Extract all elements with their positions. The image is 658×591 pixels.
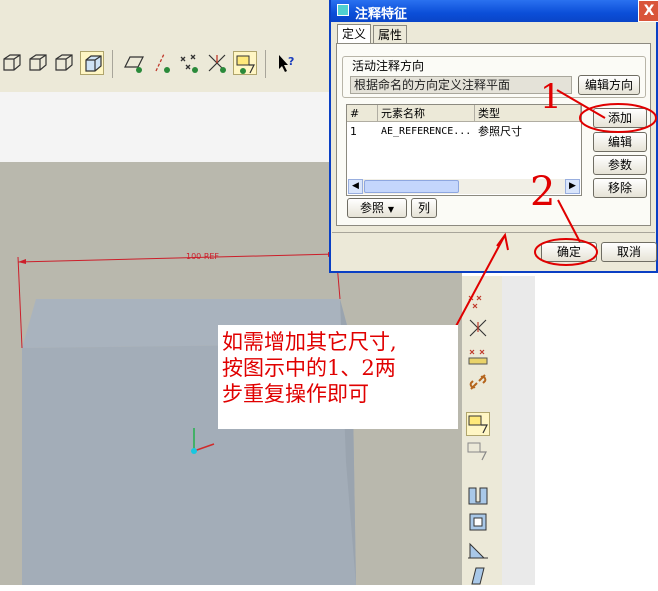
add-button[interactable]: 添加 <box>593 108 647 128</box>
dimension-extension-left <box>17 256 23 349</box>
dimension-line <box>17 253 337 263</box>
datum-axis-display-button[interactable] <box>150 51 174 75</box>
note-line-1: 如需增加其它尺寸, <box>222 330 397 354</box>
scroll-right-arrow-icon[interactable]: ▶ <box>565 179 580 194</box>
toolbar-separator <box>265 50 266 78</box>
rib-icon <box>468 542 488 559</box>
view-wireframe-button[interactable] <box>0 51 24 75</box>
analysis-icon <box>468 349 488 365</box>
row-1-number[interactable]: 1 <box>347 123 378 140</box>
csys-icon <box>208 54 226 73</box>
remove-button[interactable]: 移除 <box>593 178 647 198</box>
column-header-type: 类型 <box>475 105 581 122</box>
annotation-display-button[interactable] <box>233 51 257 75</box>
point-tool-button[interactable] <box>466 290 498 314</box>
annotation-icon <box>468 415 488 434</box>
navigator-area <box>535 276 658 585</box>
references-label: 参照 <box>360 201 385 215</box>
column-header-element-name: 元素名称 <box>378 105 475 122</box>
view-no-hidden-button[interactable] <box>52 51 76 75</box>
hole-icon <box>468 487 488 505</box>
edit-button[interactable]: 编辑 <box>593 132 647 152</box>
shell-icon <box>469 513 487 531</box>
csys-tool-button[interactable] <box>466 316 490 340</box>
annotation-feature-button[interactable] <box>466 412 490 436</box>
view-hidden-line-button[interactable] <box>26 51 50 75</box>
help-cursor-icon: ? <box>279 55 294 72</box>
datum-axis-icon <box>155 53 170 73</box>
toolbar-separator <box>112 50 113 78</box>
references-dropdown-button[interactable]: 参照 ▼ <box>347 198 407 218</box>
table-horizontal-scrollbar[interactable]: ◀ ▶ <box>348 179 580 194</box>
datum-point-display-button[interactable] <box>177 51 201 75</box>
datum-plane-icon <box>124 56 144 73</box>
no-hidden-cube-icon <box>55 54 73 71</box>
dimension-label: 100 REF <box>186 252 219 261</box>
side-panel <box>502 276 535 585</box>
wireframe-cube-icon <box>3 54 21 71</box>
csys-origin <box>191 448 197 454</box>
parameters-button[interactable]: 参数 <box>593 155 647 175</box>
dropdown-arrow-icon: ▼ <box>387 205 394 214</box>
note-line-2: 按图示中的1、2两 <box>222 356 396 380</box>
column-header-number: # <box>347 105 378 122</box>
tab-properties[interactable]: 属性 <box>373 25 408 44</box>
annotation-icon <box>236 55 255 74</box>
direction-field: 根据命名的方向定义注释平面 <box>350 76 572 94</box>
csys-icon <box>469 319 487 337</box>
annotation-feature-dialog: 注释特征 X 定义 属性 活动注释方向 根据命名的方向定义注释平面 编辑方向 #… <box>329 0 658 273</box>
hidden-line-cube-icon <box>29 54 47 71</box>
columns-button[interactable]: 列 <box>411 198 437 218</box>
analysis-tool-button[interactable] <box>466 344 490 368</box>
dialog-divider <box>332 232 655 233</box>
row-1-type[interactable]: 参照尺寸 <box>475 123 581 140</box>
annotation-outline-icon <box>467 442 487 461</box>
cancel-button[interactable]: 取消 <box>601 242 657 262</box>
svg-text:?: ? <box>288 55 294 68</box>
datum-plane-display-button[interactable] <box>122 51 146 75</box>
close-button[interactable]: X <box>638 0 658 22</box>
draft-icon <box>471 567 485 585</box>
view-shaded-button[interactable] <box>80 51 104 75</box>
dialog-app-icon <box>337 4 349 16</box>
annotation-element-button[interactable] <box>466 440 490 464</box>
rib-tool-button[interactable] <box>466 538 490 562</box>
scrollbar-thumb[interactable] <box>364 180 459 193</box>
hole-tool-button[interactable] <box>466 484 490 508</box>
datum-point-icon <box>468 295 498 309</box>
shaded-cube-icon <box>85 55 102 72</box>
instruction-note: 如需增加其它尺寸, 按图示中的1、2两 步重复操作即可 <box>218 325 458 429</box>
chain-link-icon <box>469 374 487 390</box>
dialog-titlebar[interactable]: 注释特征 X <box>331 0 658 22</box>
context-help-button[interactable]: ? <box>274 51 298 75</box>
row-1-element-name[interactable]: AE_REFERENCE... <box>378 123 475 140</box>
csys-display-button[interactable] <box>205 51 229 75</box>
right-feature-toolbar <box>462 276 502 585</box>
shell-tool-button[interactable] <box>466 510 490 534</box>
note-line-3: 步重复操作即可 <box>222 382 369 406</box>
ok-button[interactable]: 确定 <box>541 242 597 262</box>
tab-definition[interactable]: 定义 <box>337 24 372 44</box>
chain-tool-button[interactable] <box>466 370 490 394</box>
draft-tool-button[interactable] <box>466 564 490 588</box>
datum-point-icon <box>180 54 198 73</box>
edit-direction-button[interactable]: 编辑方向 <box>578 75 640 95</box>
scroll-left-arrow-icon[interactable]: ◀ <box>348 179 363 194</box>
direction-group-label: 活动注释方向 <box>350 57 427 74</box>
elements-table[interactable]: # 元素名称 类型 1 AE_REFERENCE... 参照尺寸 ◀ ▶ <box>346 104 582 196</box>
dialog-title: 注释特征 <box>355 7 408 22</box>
